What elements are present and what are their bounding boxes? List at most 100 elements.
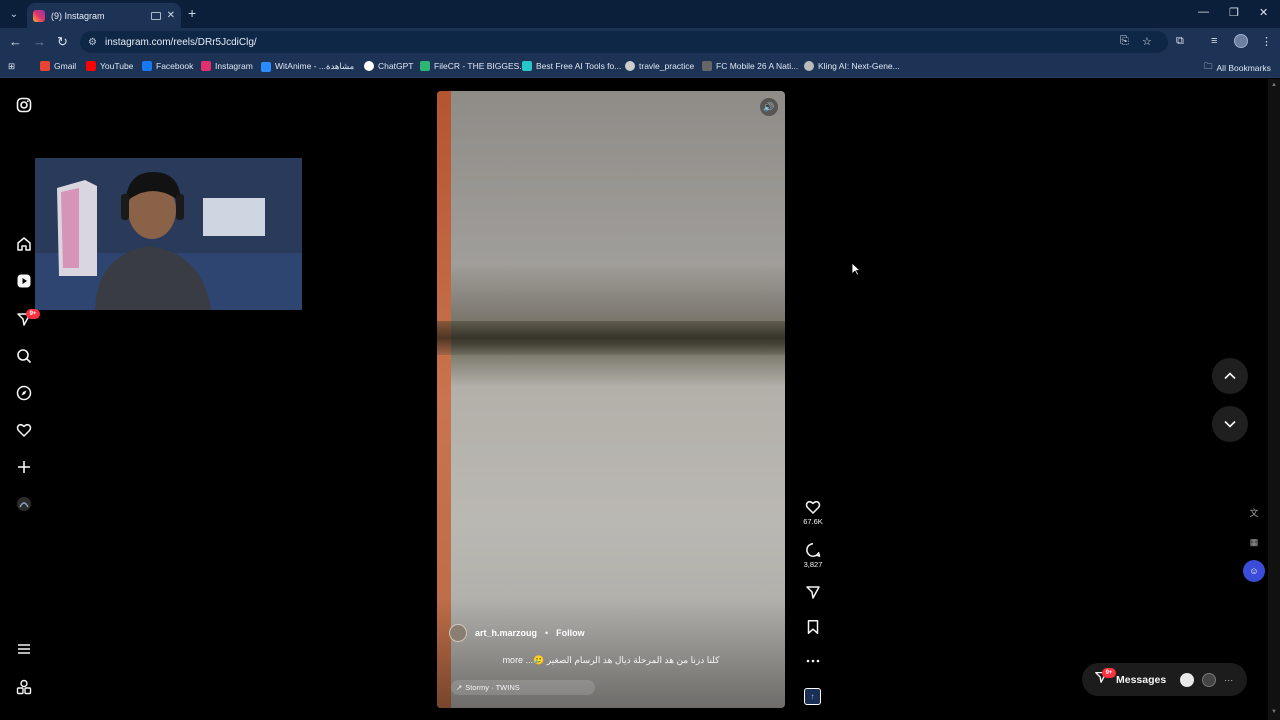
reload-icon[interactable]: ↻ [57,34,68,50]
more-contacts-icon: ··· [1224,674,1234,685]
bookmark-witanime[interactable]: WitAnime - ...مشاهدة [261,61,354,72]
mouse-cursor-icon [851,262,861,276]
message-contact-avatar [1180,672,1195,687]
bookmark-facebook[interactable]: Facebook [142,61,193,71]
browser-toolbar: ← → ↻ ⚙ instagram.com/reels/DRr5JcdiClg/… [0,28,1280,56]
browser-tab-instagram[interactable]: (9) Instagram ✕ [27,3,181,28]
extensions-icon[interactable]: ⧉ [1176,35,1184,48]
gmail-icon [40,61,50,71]
ai-tools-icon [522,61,532,71]
bookmark-ai-tools[interactable]: Best Free AI Tools fo... [522,61,621,71]
new-tab-button[interactable]: + [188,5,196,21]
address-bar[interactable]: ⚙ instagram.com/reels/DRr5JcdiClg/ [80,31,1168,53]
globe-icon [625,61,635,71]
restore-window-icon[interactable]: ❐ [1229,6,1239,19]
media-controls-icon[interactable]: ≡ [1211,35,1217,47]
reel-author: art_h.marzoug • Follow [449,624,585,642]
comment-count: 3,827 [803,560,823,569]
bookmark-save-icon[interactable] [800,618,826,636]
youtube-icon [86,61,96,71]
browser-tab-strip: ⌄ (9) Instagram ✕ + — ❐ ✕ [0,0,1280,28]
comment-bubble-icon[interactable] [800,541,826,559]
trend-arrow-icon: ↗ [456,683,463,692]
video-shadow-band [437,321,785,355]
separator-dot: • [545,628,549,638]
profile-avatar-icon[interactable] [15,495,33,513]
more-options-action[interactable] [800,652,826,670]
bookmark-fc-mobile[interactable]: FC Mobile 26 A Nati... [702,61,798,71]
install-app-icon[interactable]: ⎘ [1120,35,1129,48]
share-action[interactable] [800,583,826,601]
scroll-up-icon[interactable]: ▲ [1271,82,1277,88]
heart-icon[interactable] [15,421,33,439]
forward-icon[interactable]: → [33,34,46,49]
audio-volume-icon[interactable]: 🔊 [760,98,778,116]
bookmark-gmail[interactable]: Gmail [40,61,76,71]
like-count: 67.6K [803,517,823,526]
notification-badge: 9+ [26,309,40,319]
back-icon[interactable]: ← [9,34,22,49]
bookmark-star-icon[interactable]: ☆ [1142,35,1152,48]
minimize-window-icon[interactable]: — [1198,6,1209,18]
instagram-favicon-icon [33,9,45,22]
kling-icon [804,61,814,71]
more-menu-icon[interactable] [15,640,33,658]
browser-menu-icon[interactable]: ⋮ [1261,35,1272,48]
save-action[interactable] [800,618,826,636]
messages-badge: 9+ [1102,668,1116,678]
url-text: instagram.com/reels/DRr5JcdiClg/ [104,36,257,48]
apps-grid-icon[interactable]: ⊞ [8,61,15,72]
reel-audio-pill[interactable]: ↗ Stormy · TWINS [451,680,595,695]
scroll-down-icon[interactable]: ▼ [1271,709,1277,715]
reel-caption[interactable]: كلنا دزنا من هد المرحلة ديال هد الرسام ا… [449,655,773,666]
instagram-logo-icon[interactable] [15,96,33,114]
bookmark-travle-practice[interactable]: travle_practice [625,61,694,71]
assistant-bot-icon[interactable]: ☺ [1243,560,1265,582]
explore-compass-icon[interactable] [15,384,33,402]
more-horizontal-icon[interactable] [800,652,826,670]
home-icon[interactable] [15,235,33,253]
witanime-icon [261,61,271,72]
share-send-icon[interactable] [800,583,826,601]
close-tab-icon[interactable]: ✕ [167,10,175,21]
site-info-icon[interactable]: ⚙ [88,37,97,48]
bookmark-instagram[interactable]: Instagram [201,61,253,71]
filecr-icon [420,61,430,71]
create-plus-icon[interactable] [15,458,33,476]
profile-avatar[interactable] [1234,34,1248,48]
bookmark-kling-ai[interactable]: Kling AI: Next-Gene... [804,61,900,71]
tab-search-button[interactable]: ⌄ [4,4,24,24]
bookmark-chatgpt[interactable]: ChatGPT [364,61,413,71]
message-contact-avatar [1202,672,1217,687]
webcam-overlay [35,158,302,310]
reels-icon[interactable] [15,272,33,290]
instagram-icon [201,61,211,71]
like-heart-icon[interactable] [800,498,826,516]
previous-reel-button[interactable] [1212,358,1248,394]
original-audio-thumbnail[interactable]: ↑ [804,688,821,705]
messages-pill[interactable]: 9+ Messages ··· [1082,663,1247,696]
also-from-meta-icon[interactable] [15,678,33,696]
tab-media-icon[interactable] [150,11,161,20]
reel-video[interactable] [437,91,785,708]
translate-icon[interactable]: 文 [1243,501,1265,523]
chatgpt-icon [364,61,374,71]
facebook-icon [142,61,152,71]
close-window-icon[interactable]: ✕ [1259,6,1268,19]
bookmark-filecr[interactable]: FileCR - THE BIGGES... [420,61,526,71]
bookmark-youtube[interactable]: YouTube [86,61,133,71]
author-username[interactable]: art_h.marzoug [475,628,537,638]
like-action[interactable]: 67.6K [800,498,826,526]
fc-mobile-icon [702,61,712,71]
next-reel-button[interactable] [1212,406,1248,442]
search-icon[interactable] [15,347,33,365]
author-avatar[interactable] [449,624,467,642]
all-bookmarks[interactable]: 🗀 All Bookmarks [1204,61,1271,75]
apps-extension-icon[interactable]: ▦ [1243,531,1265,553]
page-scrollbar[interactable]: ▲ ▼ [1268,79,1280,720]
messages-label: Messages [1116,673,1167,686]
tab-title: (9) Instagram [51,10,105,21]
follow-button[interactable]: Follow [556,628,585,638]
folder-icon: 🗀 [1204,61,1213,71]
comment-action[interactable]: 3,827 [800,541,826,569]
